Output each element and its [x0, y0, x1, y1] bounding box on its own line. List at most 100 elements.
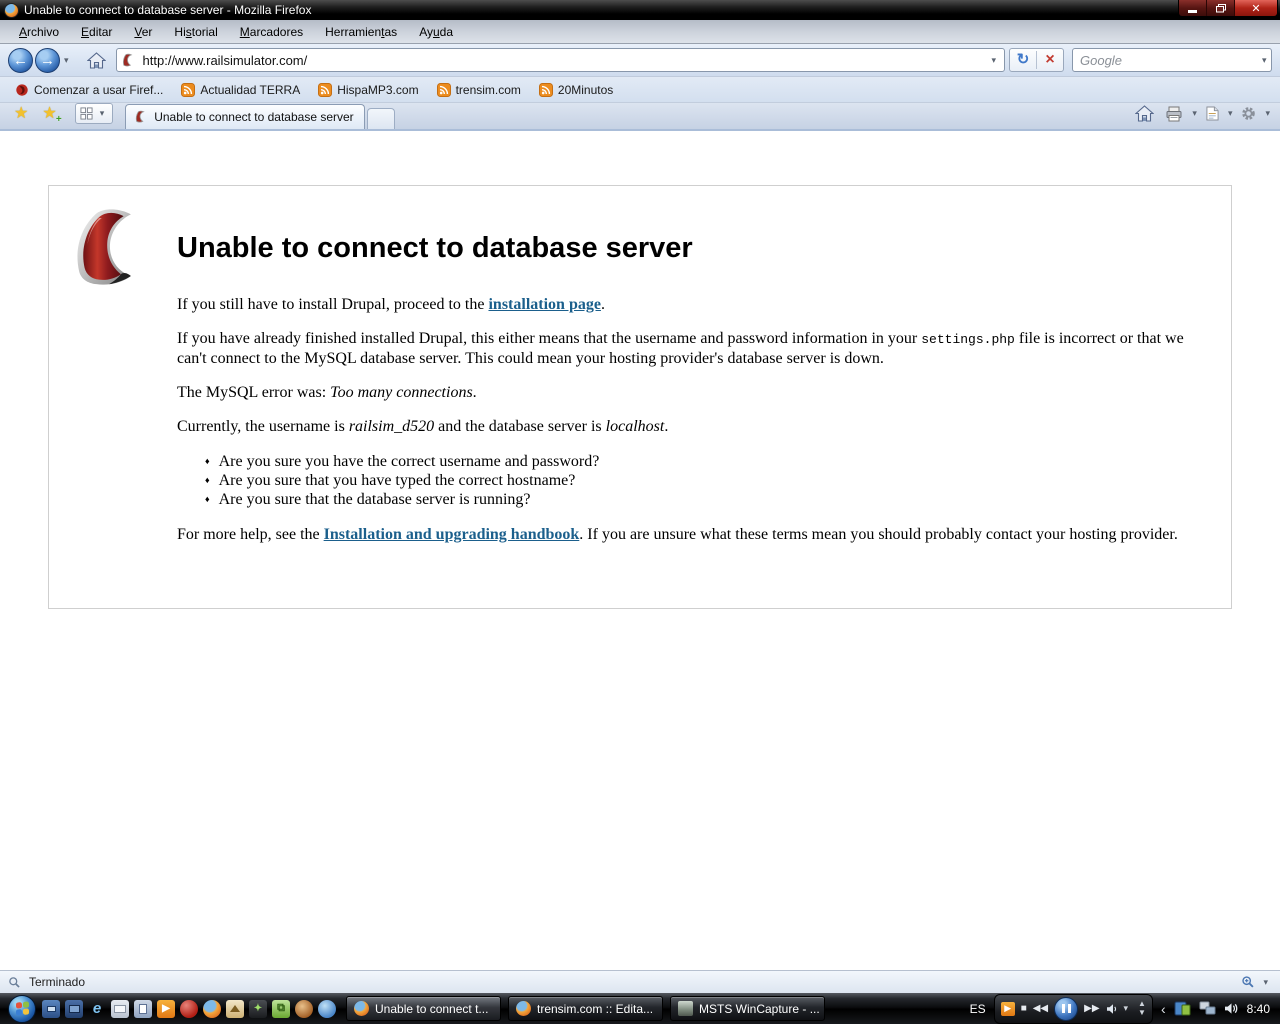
menu-herramientas[interactable]: Herramientas — [314, 21, 408, 43]
previous-track-button[interactable]: ◀◀ — [1033, 1004, 1048, 1014]
taskbar: e ▶ ✦ ⧉ Unable to connect t... trensim.c… — [0, 993, 1280, 1024]
forward-button[interactable]: → — [35, 48, 60, 73]
list-item: Are you sure that the database server is… — [205, 490, 1213, 509]
grid-icon — [80, 107, 93, 120]
hidden-icons-chevron[interactable]: ‹ — [1161, 1001, 1166, 1017]
search-input[interactable] — [1078, 52, 1258, 69]
pause-button[interactable] — [1054, 997, 1078, 1021]
stop-playback-button[interactable]: ■ — [1021, 1004, 1027, 1014]
zoom-dropdown-icon[interactable]: ▾ — [1259, 977, 1272, 988]
media-player-icon[interactable]: ▶ — [157, 1000, 175, 1018]
reload-stop-group: ↻ × — [1009, 48, 1064, 72]
firefox-icon[interactable] — [203, 1000, 221, 1018]
taskbar-button-firefox-trensim[interactable]: trensim.com :: Edita... — [508, 996, 663, 1021]
home-app-icon[interactable] — [226, 1000, 244, 1018]
remote-desktop-icon[interactable] — [42, 1000, 60, 1018]
taskbar-button-wincapture[interactable]: MSTS WinCapture - ... — [670, 996, 825, 1021]
utility-icon[interactable]: ✦ — [249, 1000, 267, 1018]
settings-dropdown-icon[interactable]: ▾ — [1263, 108, 1272, 119]
star-plus-icon: ★ — [42, 105, 56, 122]
installation-page-link[interactable]: installation page — [488, 296, 600, 313]
restore-button[interactable] — [1207, 0, 1235, 16]
mail-icon[interactable] — [111, 1000, 129, 1018]
title-bar: Unable to connect to database server - M… — [0, 0, 1280, 20]
tab-list-button[interactable]: ▾ — [75, 103, 114, 124]
paragraph-help: For more help, see the Installation and … — [177, 525, 1213, 544]
print-button[interactable] — [1161, 104, 1187, 124]
settings-button[interactable] — [1237, 104, 1260, 123]
internet-explorer-icon[interactable]: e — [88, 1000, 106, 1018]
close-icon: ✕ — [1251, 2, 1260, 15]
reload-button[interactable]: ↻ — [1010, 49, 1036, 71]
globe-icon[interactable] — [318, 1000, 336, 1018]
gaim-icon[interactable] — [295, 1000, 313, 1018]
messenger-icon[interactable]: ⧉ — [272, 1000, 290, 1018]
close-button[interactable]: ✕ — [1235, 0, 1277, 16]
status-text: Terminado — [29, 975, 85, 989]
volume-button[interactable]: ▾ — [1106, 1003, 1133, 1015]
magnifier-icon — [8, 976, 21, 989]
home-icon — [87, 52, 106, 69]
menu-archivo[interactable]: Archivo — [8, 21, 70, 43]
add-bookmark-button[interactable]: ★+ — [36, 105, 62, 123]
history-dropdown-icon[interactable]: ▾ — [60, 55, 73, 66]
language-indicator[interactable]: ES — [970, 1002, 986, 1016]
stop-button[interactable]: × — [1037, 49, 1063, 71]
error-text: Unable to connect to database server If … — [177, 232, 1213, 544]
minimize-icon — [1188, 10, 1197, 13]
reload-icon: ↻ — [1017, 51, 1030, 68]
page-style-button[interactable] — [1202, 104, 1223, 123]
url-dropdown-icon[interactable]: ▾ — [987, 55, 1000, 66]
minimize-button[interactable] — [1179, 0, 1207, 16]
show-desktop-icon[interactable] — [65, 1000, 83, 1018]
quick-launch-bar: e ▶ ✦ ⧉ — [42, 1000, 336, 1018]
documents-icon[interactable] — [134, 1000, 152, 1018]
menu-historial[interactable]: Historial — [163, 21, 228, 43]
taskbar-button-firefox-error[interactable]: Unable to connect t... — [346, 996, 501, 1021]
forward-icon: → — [40, 53, 55, 68]
bookmark-20minutos[interactable]: 20Minutos — [530, 80, 622, 100]
bookmark-actualidad-terra[interactable]: Actualidad TERRA — [172, 80, 309, 100]
bookmarks-button[interactable]: ★ — [8, 105, 34, 123]
restore-icon — [1216, 4, 1226, 13]
print-dropdown-icon[interactable]: ▾ — [1190, 108, 1199, 119]
menu-ver[interactable]: Ver — [123, 21, 163, 43]
firefox-icon — [354, 1001, 369, 1016]
next-track-button[interactable]: ▶▶ — [1084, 1004, 1099, 1014]
volume-dropdown-icon: ▾ — [1120, 1004, 1133, 1013]
home-button-2[interactable] — [1131, 103, 1158, 124]
url-input[interactable] — [141, 52, 988, 69]
bookmark-trensim[interactable]: trensim.com — [428, 80, 530, 100]
window-controls: ✕ — [1178, 0, 1278, 17]
new-tab-stub[interactable] — [367, 108, 395, 129]
volume-tray-icon[interactable] — [1224, 1002, 1239, 1015]
bookmark-comenzar[interactable]: Comenzar a usar Firef... — [6, 80, 172, 100]
tab-active[interactable]: Unable to connect to database server — [125, 104, 365, 129]
getting-started-icon — [15, 83, 29, 97]
back-button[interactable]: ← — [8, 48, 33, 73]
realplayer-icon[interactable] — [180, 1000, 198, 1018]
menu-editar[interactable]: Editar — [70, 21, 123, 43]
page-dropdown-icon[interactable]: ▾ — [1226, 108, 1235, 119]
search-bar[interactable]: ▾ — [1072, 48, 1272, 72]
url-bar[interactable]: ▾ — [116, 48, 1005, 72]
player-expand-controls[interactable]: ▲▼ — [1138, 1000, 1146, 1017]
settings-php-code: settings.php — [921, 332, 1015, 347]
tab-title: Unable to connect to database server — [154, 110, 353, 124]
zoom-icon[interactable] — [1241, 975, 1255, 989]
menu-marcadores[interactable]: Marcadores — [229, 21, 314, 43]
menu-ayuda[interactable]: Ayuda — [408, 21, 464, 43]
clock[interactable]: 8:40 — [1247, 1002, 1270, 1016]
paragraph-mysql-error: The MySQL error was: Too many connection… — [177, 383, 1213, 402]
list-item: Are you sure you have the correct userna… — [205, 452, 1213, 471]
home-button[interactable] — [83, 50, 110, 71]
tab-favicon — [134, 110, 148, 124]
zoom-controls: ▾ — [1241, 975, 1272, 989]
search-engine-dropdown-icon[interactable]: ▾ — [1258, 55, 1271, 66]
bookmark-hispamp3[interactable]: HispaMP3.com — [309, 80, 427, 100]
network-tray-icon[interactable] — [1199, 1001, 1216, 1016]
display-tray-icon[interactable] — [1174, 1001, 1191, 1017]
back-icon: ← — [13, 53, 28, 68]
handbook-link[interactable]: Installation and upgrading handbook — [324, 526, 580, 543]
start-button[interactable] — [8, 995, 36, 1023]
